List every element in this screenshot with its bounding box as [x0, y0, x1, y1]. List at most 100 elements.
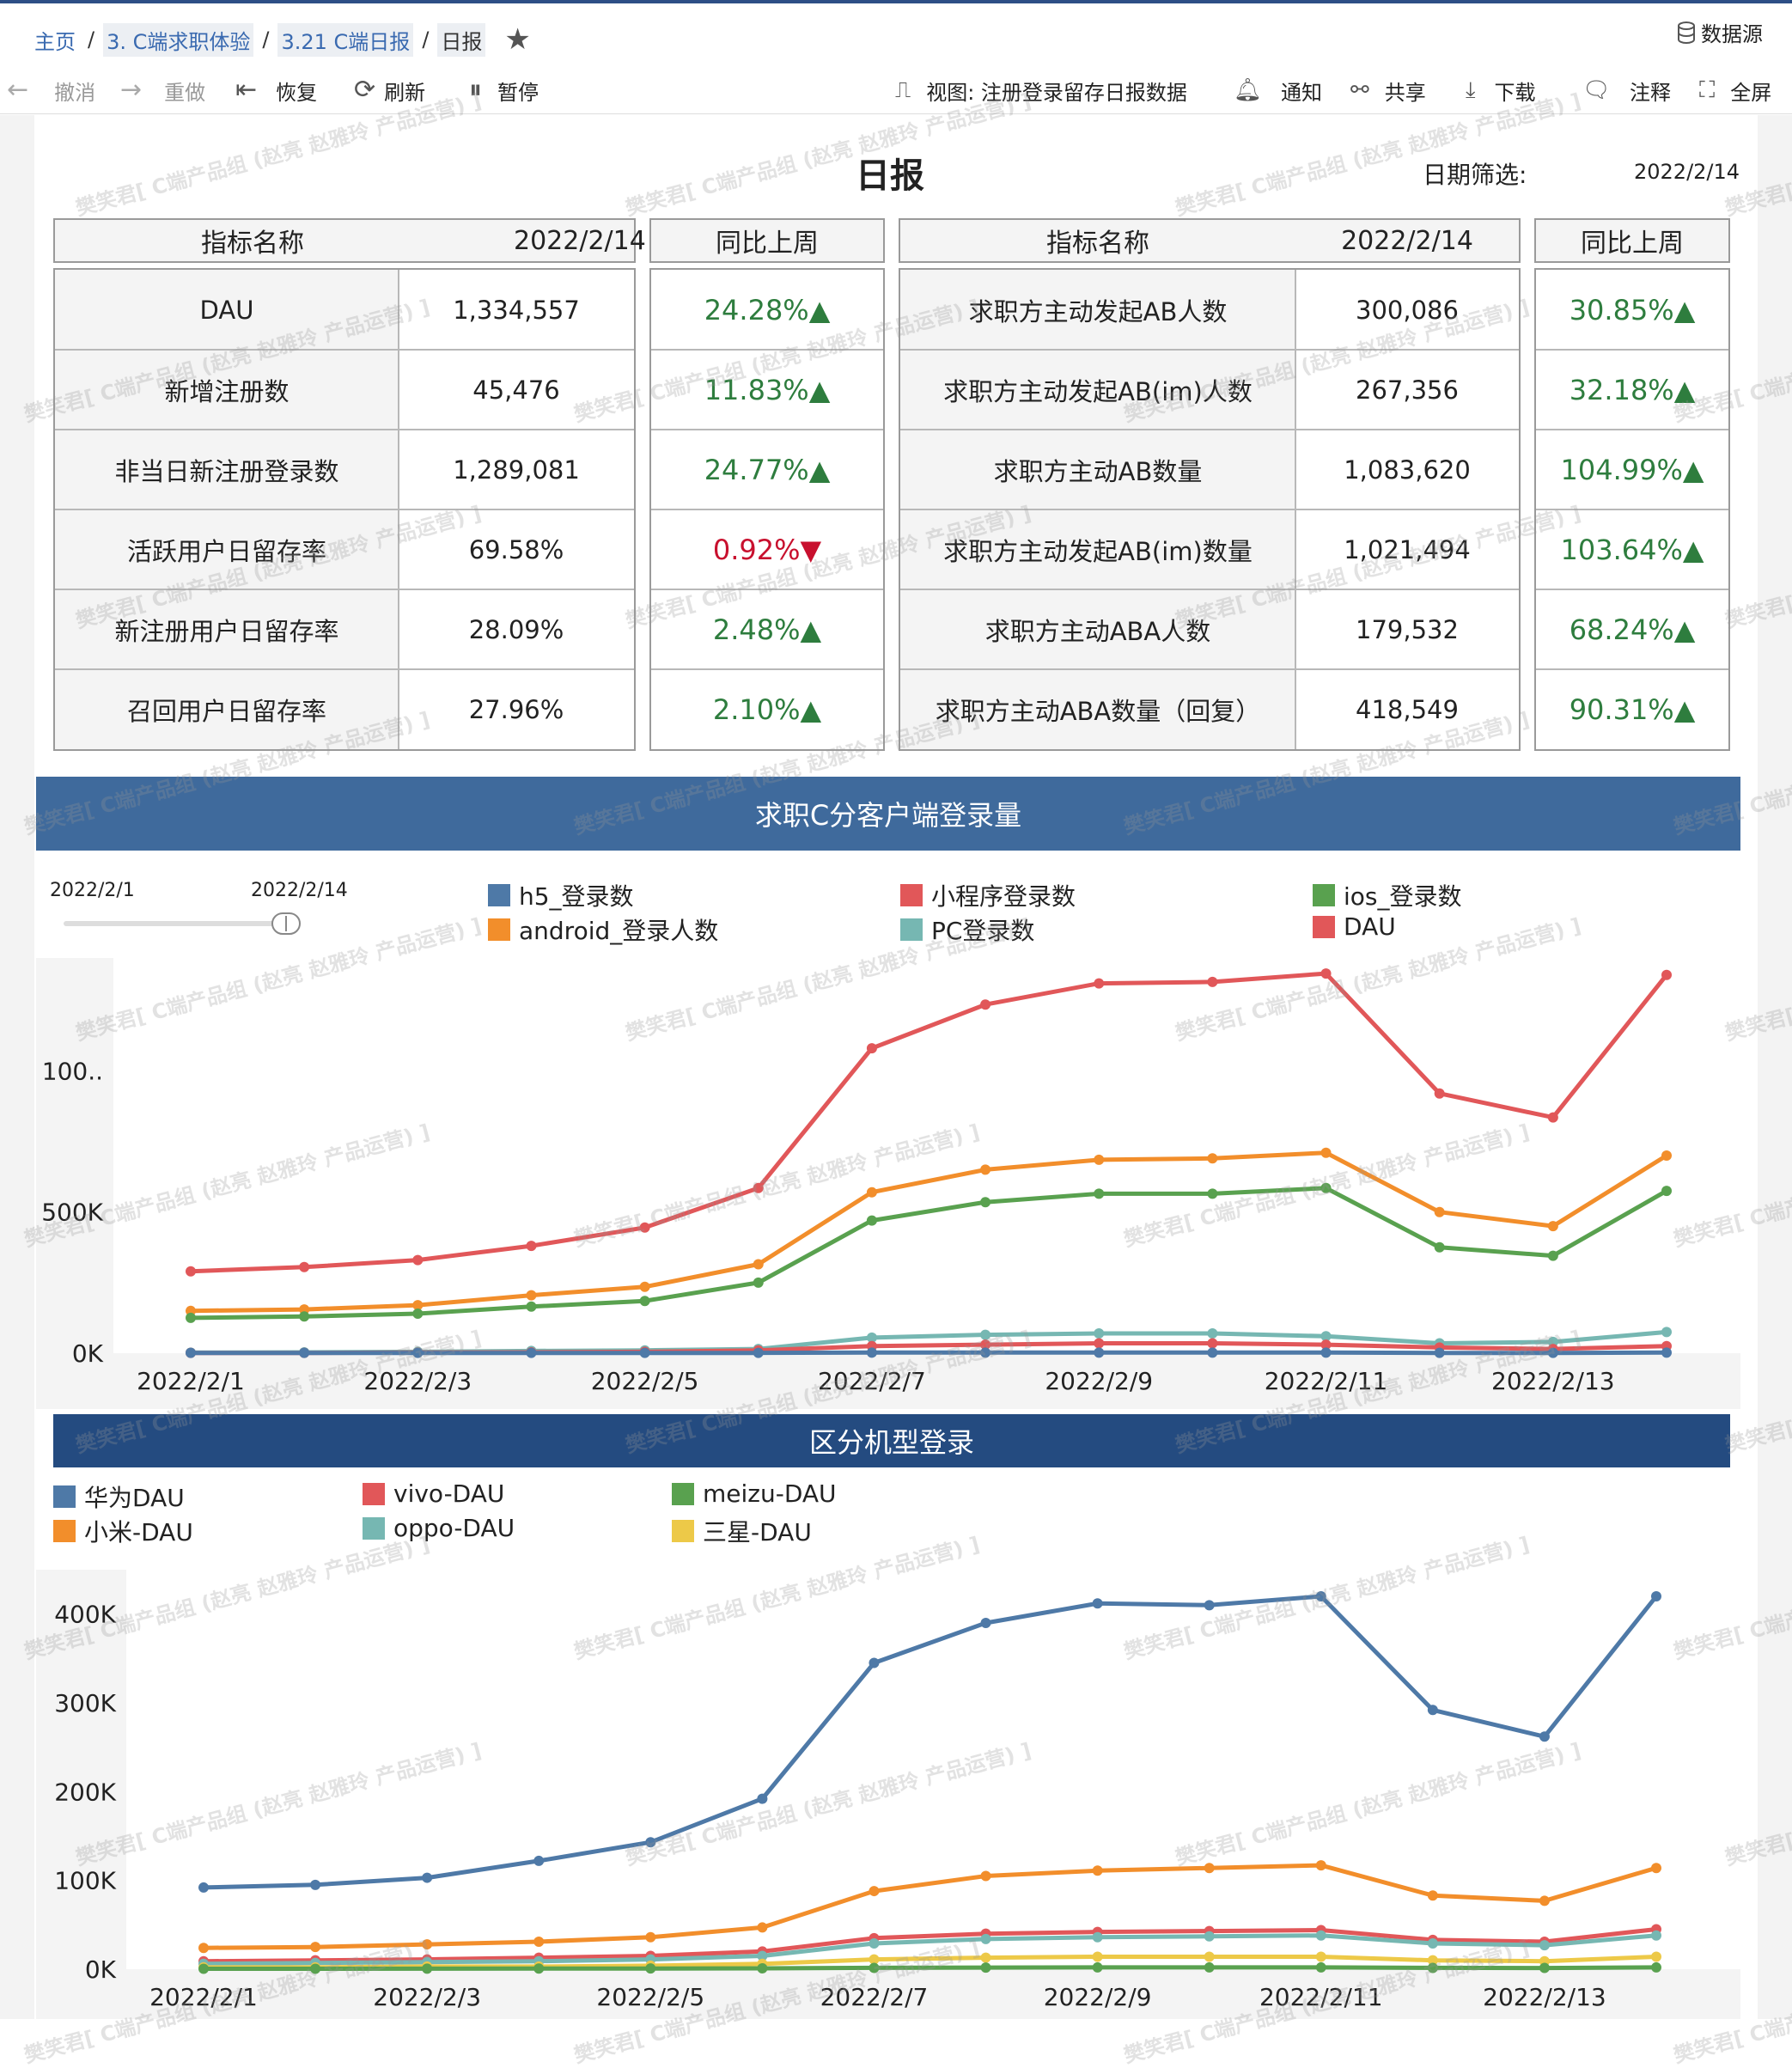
data-point-PC登录数 [980, 1330, 990, 1340]
date-slider-handle[interactable] [271, 912, 301, 935]
data-point-meizu-DAU [1316, 1962, 1326, 1973]
right-metric-value: 418,549 [1295, 669, 1519, 749]
data-point-华为DAU [981, 1618, 991, 1628]
view-button[interactable]: ⎍视图: 注册登录留存日报数据 [895, 69, 1187, 112]
legend-label: ios_登录数 [1344, 878, 1462, 912]
legend-vivo[interactable]: vivo-DAU [363, 1479, 504, 1508]
legend-android[interactable]: android_登录人数 [488, 912, 718, 947]
chart2-banner: 区分机型登录 [53, 1414, 1730, 1467]
pause-label: 暂停 [497, 76, 539, 106]
fullscreen-label: 全屏 [1730, 76, 1771, 106]
breadcrumb-level2[interactable]: 3.21 C端日报 [277, 23, 413, 57]
y-tick-label: 0K [85, 1955, 117, 1984]
top-accent-line [0, 0, 1792, 3]
bell-icon: 🔔︎ [1234, 79, 1262, 101]
right-metric-name: 求职方主动ABA人数 [900, 589, 1295, 669]
data-point-meizu-DAU [869, 1962, 879, 1973]
data-point-DAU [299, 1262, 309, 1272]
breadcrumb-level1[interactable]: 3. C端求职体验 [103, 23, 253, 57]
left-wow-table: 24.28%▲11.83%▲24.77%▲0.92%▼2.48%▲2.10%▲ [649, 268, 885, 751]
left-metric-value: 27.96% [399, 669, 634, 749]
canvas-left-margin [0, 115, 34, 2019]
breadcrumb-separator: / [88, 27, 94, 52]
data-point-ios_登录数 [1548, 1251, 1558, 1261]
download-button[interactable]: ⤓下载 [1466, 69, 1536, 112]
refresh-button[interactable]: ⟳刷新 [354, 69, 425, 112]
legend-xiaomi[interactable]: 小米-DAU [53, 1514, 193, 1548]
left-header-wow: 同比上周 [651, 220, 883, 261]
notify-button[interactable]: 🔔︎通知 [1234, 69, 1322, 112]
chart1-banner: 求职C分客户端登录量 [36, 777, 1740, 851]
undo-button[interactable]: ←撤消 [7, 69, 95, 112]
fullscreen-icon: ⛶ [1699, 79, 1715, 101]
y-tick-label: 200K [54, 1778, 116, 1806]
right-metric-value: 179,532 [1295, 589, 1519, 669]
data-point-PC登录数 [1094, 1328, 1104, 1339]
legend-meizu[interactable]: meizu-DAU [672, 1479, 837, 1508]
legend-ios[interactable]: ios_登录数 [1313, 878, 1462, 912]
right-metric-name: 求职方主动ABA数量（回复） [900, 669, 1295, 749]
redo-button[interactable]: →重做 [120, 69, 205, 112]
legend-miniprogram[interactable]: 小程序登录数 [900, 878, 1076, 912]
data-point-ios_登录数 [186, 1313, 196, 1323]
revert-button[interactable]: ⇤恢复 [235, 69, 317, 112]
row-divider [900, 429, 1519, 430]
y-tick-label: 400K [54, 1601, 116, 1629]
chart2-title: 区分机型登录 [809, 1421, 974, 1461]
date-filter-value[interactable]: 2022/2/14 [1634, 160, 1740, 184]
row-divider [1536, 668, 1728, 670]
data-point-meizu-DAU [422, 1963, 432, 1973]
right-metric-wow: 32.18%▲ [1536, 350, 1728, 430]
legend-pc[interactable]: PC登录数 [900, 912, 1034, 947]
data-point-meizu-DAU [1539, 1963, 1550, 1973]
date-slider-track[interactable] [64, 921, 289, 926]
data-point-android_登录人数 [1321, 1148, 1332, 1158]
chart1-plot: 0K500K100..2022/2/12022/2/32022/2/52022/… [36, 954, 1740, 1409]
right-metric-wow: 30.85%▲ [1536, 270, 1728, 350]
right-metric-value: 1,021,494 [1295, 509, 1519, 589]
data-point-DAU [640, 1223, 650, 1233]
data-point-h5_登录数 [412, 1348, 423, 1358]
data-point-oppo-DAU [1428, 1938, 1438, 1949]
data-point-meizu-DAU [645, 1963, 655, 1973]
right-metric-name: 求职方主动AB数量 [900, 430, 1295, 509]
pause-button[interactable]: ⏸暂停 [469, 69, 539, 112]
view-label: 视图: 注册登录留存日报数据 [926, 76, 1187, 106]
right-header-date: 2022/2/14 [1295, 220, 1519, 261]
left-metric-name: 非当日新注册登录数 [55, 430, 399, 509]
data-point-DAU [753, 1183, 764, 1193]
data-point-h5_登录数 [753, 1348, 764, 1358]
row-divider [55, 589, 634, 590]
data-point-华为DAU [757, 1794, 767, 1804]
refresh-icon: ⟳ [354, 77, 375, 103]
legend-oppo[interactable]: oppo-DAU [363, 1514, 515, 1542]
y-axis-band [36, 958, 113, 1353]
right-metric-wow: 103.64%▲ [1536, 509, 1728, 589]
legend-h5[interactable]: h5_登录数 [488, 878, 634, 912]
row-divider [651, 668, 883, 670]
legend-label: 小程序登录数 [931, 878, 1076, 912]
data-point-PC登录数 [1661, 1327, 1672, 1337]
y-tick-label: 0K [72, 1339, 104, 1368]
y-axis-band [36, 1570, 126, 1969]
data-point-DAU [526, 1241, 536, 1251]
data-point-小米-DAU [422, 1939, 432, 1949]
favorite-star-icon[interactable]: ★ [504, 25, 530, 54]
data-point-h5_登录数 [1548, 1348, 1558, 1358]
left-metric-value: 28.09% [399, 589, 634, 669]
datasource-button[interactable]: 数据源 [1677, 17, 1763, 47]
comment-button[interactable]: 🗨︎注释 [1582, 69, 1671, 112]
legend-label: vivo-DAU [393, 1479, 504, 1508]
comment-icon: 🗨︎ [1582, 79, 1611, 101]
breadcrumb-home[interactable]: 主页 [31, 23, 79, 57]
data-point-华为DAU [422, 1873, 432, 1883]
right-metric-wow: 104.99%▲ [1536, 430, 1728, 509]
breadcrumb-current: 日报 [437, 23, 485, 57]
fullscreen-button[interactable]: ⛶ 全屏 [1699, 69, 1771, 112]
legend-samsung[interactable]: 三星-DAU [672, 1514, 812, 1548]
share-button[interactable]: ⚯共享 [1350, 69, 1426, 112]
data-point-PC登录数 [1207, 1328, 1217, 1339]
legend-dau[interactable]: DAU [1313, 912, 1396, 941]
data-point-三星-DAU [1093, 1952, 1103, 1962]
legend-huawei[interactable]: 华为DAU [53, 1479, 185, 1514]
